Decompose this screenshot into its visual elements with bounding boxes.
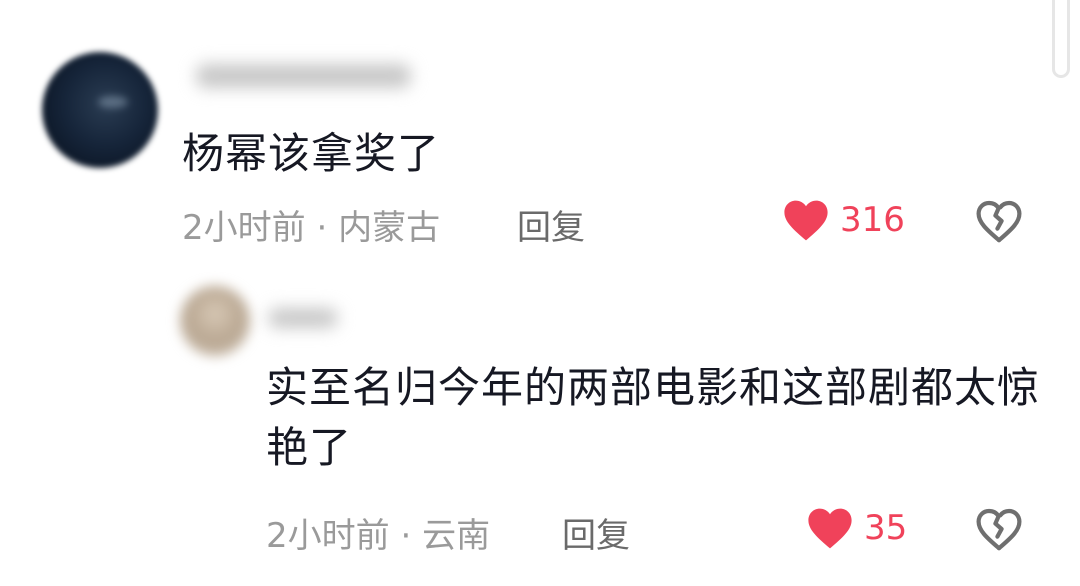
avatar[interactable] (180, 286, 250, 356)
scrollbar[interactable] (1052, 0, 1070, 78)
broken-heart-icon (976, 508, 1022, 551)
dislike-button[interactable] (975, 506, 1023, 552)
meta-separator: · (305, 208, 339, 248)
comment-location: 内蒙古 (338, 208, 441, 248)
comment-time: 2小时前 (182, 208, 306, 248)
username-blurred[interactable] (196, 64, 411, 88)
like-button[interactable]: 35 (806, 506, 907, 550)
heart-icon (808, 508, 852, 549)
like-count: 316 (840, 200, 905, 240)
reply-button[interactable]: 回复 (517, 200, 585, 249)
comment-time: 2小时前 (266, 516, 390, 556)
broken-heart-icon (976, 200, 1022, 243)
comment-meta: 2小时前 · 内蒙古 (182, 200, 440, 249)
meta-separator: · (389, 516, 423, 556)
comment-text: 实至名归今年的两部电影和这部剧都太惊艳了 (266, 363, 1041, 472)
dislike-button[interactable] (975, 198, 1023, 244)
comment-text: 杨幂该拿奖了 (182, 129, 441, 178)
comment-location: 云南 (422, 516, 491, 556)
comment-section: 杨幂该拿奖了 2小时前 · 内蒙古 回复 316 实至名归今年的两部电影和这部剧… (0, 0, 1080, 586)
comment-meta: 2小时前 · 云南 (266, 508, 490, 557)
like-button[interactable]: 316 (782, 198, 905, 242)
heart-icon (784, 200, 828, 241)
username-blurred[interactable] (268, 308, 338, 328)
avatar[interactable] (42, 52, 158, 168)
like-count: 35 (864, 508, 908, 548)
reply-button[interactable]: 回复 (562, 508, 630, 557)
